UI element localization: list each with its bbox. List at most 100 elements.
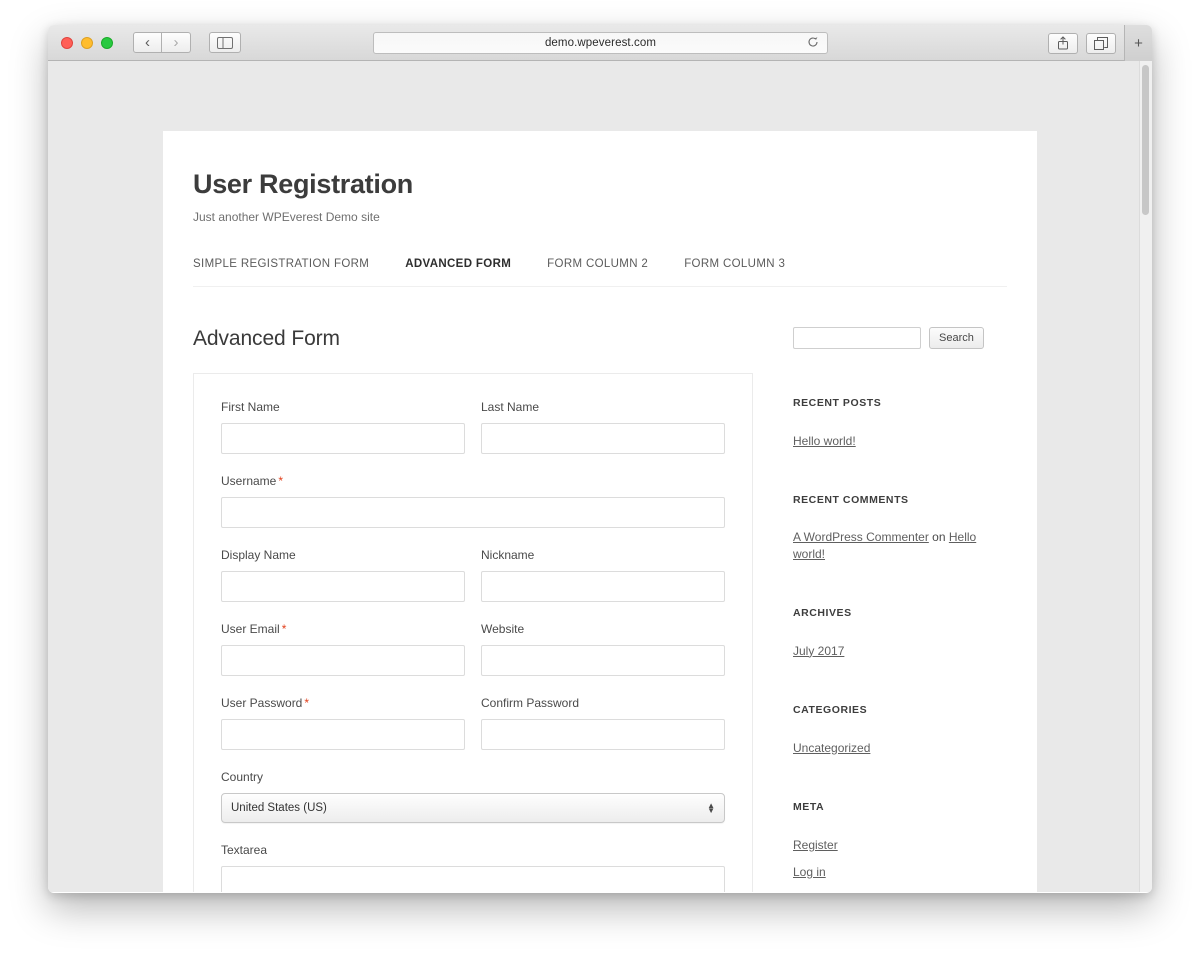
website-input[interactable] (481, 645, 725, 676)
select-stepper-icon: ▲ ▼ (707, 802, 715, 815)
website-label: Website (481, 622, 725, 636)
field-textarea: Textarea (221, 843, 725, 892)
desktop-background: ‹ › demo.wpeverest.com + User Registrati… (0, 0, 1200, 959)
chevron-down-icon: ▼ (707, 806, 715, 815)
maximize-window-button[interactable] (101, 36, 113, 49)
last-name-input[interactable] (481, 423, 725, 454)
show-tabs-button[interactable] (1086, 32, 1116, 54)
new-tab-button[interactable]: + (1124, 25, 1152, 61)
meta-title: META (793, 800, 825, 813)
browser-window: ‹ › demo.wpeverest.com + User Registrati… (48, 25, 1152, 893)
country-select[interactable]: United States (US) ▲ ▼ (221, 793, 725, 823)
back-arrow-icon: ‹ (145, 34, 150, 51)
widget-archives: ARCHIVES July 2017 (793, 607, 1008, 660)
meta-link-log-in[interactable]: Log in (793, 865, 826, 879)
recent-posts-list: Hello world! (793, 432, 1008, 450)
sidebar-icon (217, 36, 233, 49)
username-input[interactable] (221, 497, 725, 528)
username-label-text: Username (221, 474, 277, 488)
page-scrollbar[interactable] (1139, 61, 1152, 892)
sidebar: Search RECENT POSTS Hello world! RECENT … (793, 327, 1008, 892)
field-user-password: User Password * (221, 696, 465, 750)
field-confirm-password: Confirm Password (481, 696, 725, 750)
meta-list: Register Log in Entries RSS Comments RSS (793, 836, 1008, 892)
user-password-input[interactable] (221, 719, 465, 750)
country-label-text: Country (221, 770, 264, 784)
page-viewport: User Registration Just another WPEverest… (48, 61, 1152, 892)
list-item: Register (793, 836, 1008, 854)
registration-form: First Name Last Name Username * Display … (193, 373, 753, 892)
nav-item-advanced-form[interactable]: ADVANCED FORM (405, 258, 511, 270)
search-input[interactable] (793, 327, 921, 349)
category-link-uncategorized[interactable]: Uncategorized (793, 741, 870, 755)
first-name-input[interactable] (221, 423, 465, 454)
confirm-password-label: Confirm Password (481, 696, 725, 710)
user-password-label-text: User Password (221, 696, 303, 710)
field-nickname: Nickname (481, 548, 725, 602)
categories-title: CATEGORIES (793, 703, 868, 716)
scrollbar-thumb[interactable] (1142, 65, 1149, 215)
form-row-passwords: User Password * Confirm Password (221, 696, 725, 750)
address-bar[interactable]: demo.wpeverest.com (373, 32, 828, 54)
comment-connector-text: on (932, 530, 946, 544)
window-controls (61, 36, 113, 49)
field-username: Username * (221, 474, 725, 528)
list-item: July 2017 (793, 642, 1008, 660)
nav-item-form-column-2[interactable]: FORM COLUMN 2 (547, 258, 648, 270)
archive-link-july-2017[interactable]: July 2017 (793, 644, 844, 658)
recent-comments-title: RECENT COMMENTS (793, 494, 909, 506)
reload-glyph (808, 37, 818, 47)
textarea-input[interactable] (221, 866, 725, 892)
confirm-password-label-text: Confirm Password (481, 696, 580, 710)
country-selected-value: United States (US) (231, 802, 327, 814)
form-row-display-nickname: Display Name Nickname (221, 548, 725, 602)
user-email-label: User Email * (221, 622, 465, 636)
display-name-input[interactable] (221, 571, 465, 602)
nickname-label: Nickname (481, 548, 725, 562)
field-country: Country United States (US) ▲ ▼ (221, 770, 725, 823)
list-item: Uncategorized (793, 739, 1008, 757)
categories-list: Uncategorized (793, 739, 1008, 757)
list-item: Entries RSS (793, 890, 1008, 893)
widget-meta: META Register Log in Entries RSS (793, 801, 1008, 892)
website-label-text: Website (481, 622, 525, 636)
nav-item-simple-registration-form[interactable]: SIMPLE REGISTRATION FORM (193, 258, 369, 270)
search-widget: Search (793, 327, 1008, 349)
page-title: Advanced Form (193, 327, 340, 350)
display-name-label: Display Name (221, 548, 465, 562)
share-button[interactable] (1048, 32, 1078, 54)
confirm-password-input[interactable] (481, 719, 725, 750)
forward-button[interactable]: › (162, 32, 191, 53)
widget-recent-comments: RECENT COMMENTS A WordPress Commenter on… (793, 494, 1008, 563)
close-window-button[interactable] (61, 36, 73, 49)
list-item: Hello world! (793, 432, 1008, 450)
user-email-required-marker: * (281, 622, 287, 636)
minimize-window-button[interactable] (81, 36, 93, 49)
nickname-input[interactable] (481, 571, 725, 602)
username-label: Username * (221, 474, 725, 488)
site-container: User Registration Just another WPEverest… (163, 131, 1037, 892)
url-text: demo.wpeverest.com (544, 37, 657, 49)
nav-item-form-column-3[interactable]: FORM COLUMN 3 (684, 258, 785, 270)
archives-list: July 2017 (793, 642, 1008, 660)
content-row: Advanced Form First Name Last Name Usern… (193, 327, 1007, 892)
back-button[interactable]: ‹ (133, 32, 162, 53)
user-email-input[interactable] (221, 645, 465, 676)
meta-link-register[interactable]: Register (793, 838, 838, 852)
sidebar-toggle-button[interactable] (209, 32, 241, 53)
form-row-country: Country United States (US) ▲ ▼ (221, 770, 725, 823)
field-display-name: Display Name (221, 548, 465, 602)
archives-title: ARCHIVES (793, 606, 852, 619)
display-name-label-text: Display Name (221, 548, 296, 562)
comment-author-link[interactable]: A WordPress Commenter (793, 530, 929, 544)
browser-toolbar: ‹ › demo.wpeverest.com + (48, 25, 1152, 61)
reload-icon[interactable] (807, 36, 819, 50)
recent-post-link-hello-world[interactable]: Hello world! (793, 434, 856, 448)
last-name-label: Last Name (481, 400, 725, 414)
field-last-name: Last Name (481, 400, 725, 454)
site-title: User Registration (193, 169, 413, 199)
form-row-textarea: Textarea (221, 843, 725, 892)
forward-arrow-icon: › (173, 34, 179, 51)
toolbar-right-group: + (1048, 25, 1152, 61)
search-button[interactable]: Search (929, 327, 984, 349)
